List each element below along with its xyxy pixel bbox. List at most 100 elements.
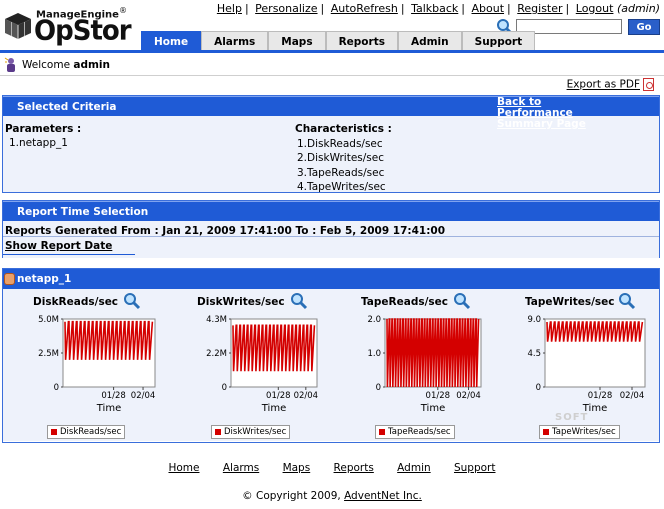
report-divider bbox=[3, 236, 659, 237]
chart-plot: 9.04.5001/28 02/04Time bbox=[527, 315, 646, 414]
help-link[interactable]: Help bbox=[217, 2, 242, 15]
tab-support[interactable]: Support bbox=[461, 31, 536, 51]
logout-link[interactable]: Logout bbox=[576, 2, 614, 15]
personalize-link[interactable]: Personalize bbox=[255, 2, 317, 15]
tab-reports[interactable]: Reports bbox=[325, 31, 398, 51]
y-tick-label: 4.3M bbox=[206, 315, 227, 325]
y-tick-label: 0 bbox=[54, 383, 59, 393]
chart-tapereads: TapeReads/sec 2.0 1.0 0 01/28 02/04 Time TapeRe… bbox=[331, 289, 491, 441]
y-tick-label: 2.5M bbox=[38, 349, 59, 359]
chart-title: DiskWrites/sec bbox=[197, 296, 285, 308]
zoom-icon[interactable] bbox=[453, 292, 471, 310]
parameters-label: Parameters : bbox=[5, 123, 82, 135]
show-date-underline bbox=[3, 254, 135, 255]
welcome-bar: Welcome admin bbox=[0, 55, 664, 76]
export-row: Export as PDF bbox=[567, 78, 654, 91]
footer-maps-link[interactable]: Maps bbox=[283, 462, 311, 474]
logo-cube-icon bbox=[5, 13, 31, 39]
x-axis-label: Time bbox=[261, 403, 286, 414]
x-tick-label: 02/04 bbox=[620, 391, 645, 401]
report-time-panel: Report Time Selection Reports Generated … bbox=[2, 200, 660, 258]
parameter-item: 1.netapp_1 bbox=[9, 137, 68, 149]
x-tick-label: 01/28 bbox=[266, 391, 291, 401]
chart-title: TapeReads/sec bbox=[361, 296, 449, 308]
chart-legend: DiskReads/sec bbox=[47, 425, 126, 439]
current-user: (admin) bbox=[616, 2, 660, 15]
device-header: netapp_1 bbox=[3, 269, 659, 289]
x-tick-label: 02/04 bbox=[456, 391, 481, 401]
about-link[interactable]: About bbox=[472, 2, 505, 15]
report-time-header: Report Time Selection bbox=[3, 201, 659, 221]
talkback-link[interactable]: Talkback bbox=[411, 2, 458, 15]
y-tick-label: 2.2M bbox=[206, 349, 227, 359]
selected-criteria-title: Selected Criteria bbox=[17, 101, 117, 113]
footer-alarms-link[interactable]: Alarms bbox=[223, 462, 259, 474]
y-tick-label: 9.0 bbox=[527, 315, 541, 325]
characteristic-item: 1.DiskReads/sec bbox=[297, 137, 383, 150]
footer-admin-link[interactable]: Admin bbox=[397, 462, 430, 474]
characteristic-item: 2.DiskWrites/sec bbox=[297, 152, 385, 164]
selected-criteria-panel: Selected Criteria Back to Performance Su… bbox=[2, 95, 660, 193]
chart-diskwrites: DiskWrites/sec 4.3M 2.2M 0 01/28 02/04 Time Dis… bbox=[167, 289, 327, 441]
footer-reports-link[interactable]: Reports bbox=[334, 462, 374, 474]
y-tick-label: 5.0M bbox=[38, 315, 59, 325]
y-tick-label: 1.0 bbox=[367, 349, 381, 359]
go-button[interactable]: Go bbox=[628, 19, 660, 35]
pdf-icon[interactable] bbox=[643, 78, 654, 91]
footer-support-link[interactable]: Support bbox=[454, 462, 496, 474]
tab-maps[interactable]: Maps bbox=[268, 31, 326, 51]
characteristics-section: Characteristics : 1.DiskReads/sec 2.Disk… bbox=[295, 122, 392, 195]
y-tick-label: 2.0 bbox=[367, 315, 381, 325]
main-tabs: Home Alarms Maps Reports Admin Support bbox=[141, 31, 536, 51]
tab-alarms[interactable]: Alarms bbox=[201, 31, 269, 51]
nav-divider bbox=[0, 50, 664, 53]
y-tick-label: 4.5 bbox=[527, 349, 541, 359]
register-link[interactable]: Register bbox=[517, 2, 562, 15]
y-tick-label: 0 bbox=[376, 383, 381, 393]
chart-title: TapeWrites/sec bbox=[525, 296, 615, 308]
tab-admin[interactable]: Admin bbox=[397, 31, 462, 51]
characteristic-item: 4.TapeWrites/sec bbox=[297, 181, 386, 193]
parameters-section: Parameters : 1.netapp_1 bbox=[5, 122, 81, 150]
x-tick-label: 01/28 bbox=[426, 391, 451, 401]
x-axis-label: Time bbox=[96, 403, 121, 414]
footer-links: Home Alarms Maps Reports Admin Support bbox=[0, 462, 664, 474]
characteristics-label: Characteristics : bbox=[295, 123, 392, 135]
x-axis-label: Time bbox=[420, 403, 445, 414]
chart-legend: TapeWrites/sec bbox=[539, 425, 620, 439]
x-tick-label: 01/28 bbox=[101, 391, 126, 401]
opstor-logo[interactable]: ManageEngine® OpStor bbox=[4, 4, 134, 47]
x-tick-label: 02/04 bbox=[131, 391, 156, 401]
footer-home-link[interactable]: Home bbox=[168, 462, 199, 474]
export-pdf-link[interactable]: Export as PDF bbox=[567, 79, 640, 91]
y-tick-label: 0 bbox=[222, 383, 227, 393]
chart-legend: DiskWrites/sec bbox=[211, 425, 291, 439]
chart-diskreads: DiskReads/sec 5.0M 2.5M 0 01/28 02/04 Time Disk… bbox=[3, 289, 163, 441]
chart-plot: 4.3M 2.2M 0 01/28 02/04 Time bbox=[206, 315, 319, 414]
autorefresh-link[interactable]: AutoRefresh bbox=[331, 2, 398, 15]
watermark: SOFT bbox=[555, 412, 589, 423]
chart-plot: 5.0M 2.5M 0 01/28 02/04 Time bbox=[38, 315, 156, 414]
zoom-icon[interactable] bbox=[123, 292, 141, 310]
copyright-prefix: © Copyright 2009, bbox=[242, 490, 341, 502]
show-report-date-link[interactable]: Show Report Date bbox=[5, 240, 112, 252]
back-to-summary-link[interactable]: Back to Performance Summary Page bbox=[497, 97, 617, 130]
brand-product: OpStor bbox=[34, 15, 132, 47]
tab-home[interactable]: Home bbox=[141, 31, 202, 51]
x-tick-label: 01/28 bbox=[588, 391, 613, 401]
y-tick-label: 0 bbox=[536, 383, 541, 393]
welcome-prefix: Welcome bbox=[22, 59, 71, 71]
welcome-user: admin bbox=[73, 59, 110, 71]
x-tick-label: 02/04 bbox=[294, 391, 319, 401]
copyright: © Copyright 2009, AdventNet Inc. bbox=[0, 490, 664, 502]
device-icon bbox=[4, 273, 15, 285]
device-name: netapp_1 bbox=[17, 273, 72, 285]
company-link[interactable]: AdventNet Inc. bbox=[344, 490, 422, 502]
report-time-title: Report Time Selection bbox=[17, 206, 149, 218]
selected-criteria-header: Selected Criteria Back to Performance Su… bbox=[3, 96, 659, 130]
chart-plot: 2.0 1.0 0 01/28 02/04 Time bbox=[367, 315, 482, 414]
zoom-icon[interactable] bbox=[618, 292, 636, 310]
characteristic-item: 3.TapeReads/sec bbox=[297, 166, 385, 179]
chart-title: DiskReads/sec bbox=[33, 296, 119, 308]
zoom-icon[interactable] bbox=[290, 292, 308, 310]
